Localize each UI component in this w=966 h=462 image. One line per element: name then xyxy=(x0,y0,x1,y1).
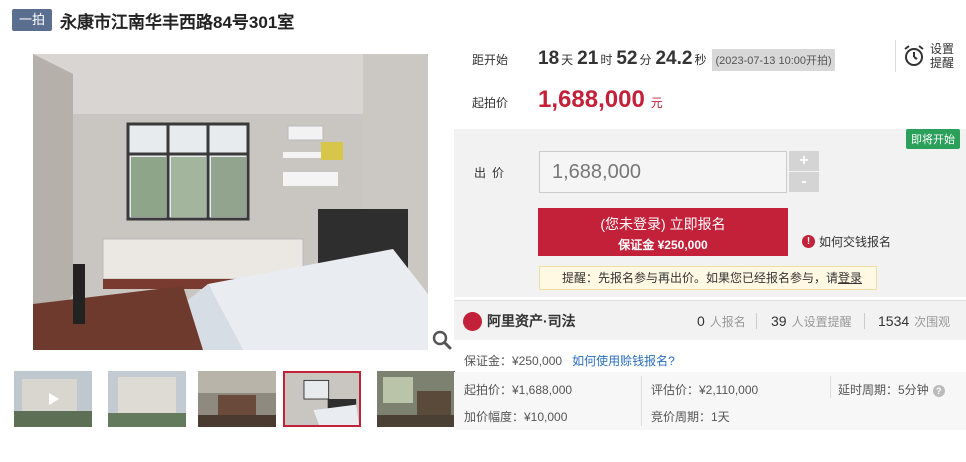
countdown-days: 18 xyxy=(538,48,560,69)
info-start-price: 起拍价：¥1,688,000 xyxy=(464,383,573,397)
main-property-photo[interactable] xyxy=(33,54,428,350)
set-reminder-button[interactable]: 设置 提醒 xyxy=(895,40,955,72)
login-link[interactable]: 登录 xyxy=(838,271,862,285)
reminder-label: 设置 提醒 xyxy=(930,42,954,70)
bid-panel: 即将开始 出价 1,688,000 + - (您未登录) 立即报名 保证金 ¥2… xyxy=(454,129,966,297)
view-count-value: 1534 xyxy=(878,313,910,329)
deposit-row: 保证金：¥250,000 如何使用赊钱报名? xyxy=(464,352,675,369)
signup-count-value: 0 xyxy=(697,313,705,329)
alarm-clock-icon xyxy=(904,45,924,66)
decrease-bid-button[interactable]: - xyxy=(789,172,819,192)
countdown-hours: 21 xyxy=(577,48,599,69)
info-delay: 延时周期：5分钟? xyxy=(838,381,945,398)
info-icon: ! xyxy=(802,235,815,248)
start-price-row: 起拍价 1,688,000 元 xyxy=(472,86,663,114)
reminder-line2: 提醒 xyxy=(930,56,955,70)
start-price-value: 1,688,000 xyxy=(538,86,645,113)
signup-count: 0 人报名 xyxy=(697,313,746,330)
thumbnail-3[interactable] xyxy=(198,371,276,427)
countdown-minutes: 52 xyxy=(616,48,638,69)
countdown-hours-unit: 时 xyxy=(600,53,613,67)
thumbnail-5[interactable] xyxy=(377,371,455,427)
deposit-text: 保证金：¥250,000 xyxy=(464,354,563,368)
status-badge: 即将开始 xyxy=(906,129,960,149)
credit-signup-link[interactable]: 如何使用赊钱报名? xyxy=(572,352,675,369)
signup-deposit-label: 保证金 ¥250,000 xyxy=(618,238,708,252)
increase-bid-button[interactable]: + xyxy=(789,151,819,171)
start-time: (2023-07-13 10:00开拍) xyxy=(712,49,835,71)
thumbnail-2[interactable] xyxy=(108,371,186,427)
info-divider xyxy=(830,376,831,398)
zoom-icon[interactable] xyxy=(432,330,452,350)
thumbnail-1[interactable] xyxy=(14,371,92,427)
page-title: 永康市江南华丰西路84号301室 xyxy=(60,12,295,32)
signup-button-label: (您未登录) 立即报名 xyxy=(600,216,726,232)
countdown-seconds-unit: 秒 xyxy=(694,53,707,67)
reminder-count-value: 39 xyxy=(771,313,787,329)
view-count: 1534 次围观 xyxy=(878,313,950,330)
bid-label: 出价 xyxy=(474,166,511,180)
help-icon[interactable]: ? xyxy=(932,385,945,397)
countdown-label: 距开始 xyxy=(472,53,509,67)
stats-bar: 阿里资产·司法 0 人报名 39 人设置提醒 1534 次围观 xyxy=(454,300,966,340)
notice-text: 提醒：先报名参与再出价。如果您已经报名参与，请 xyxy=(562,271,839,285)
stat-divider xyxy=(756,313,757,329)
auction-info-grid: 起拍价：¥1,688,000 评估价：¥2,110,000 延时周期：5分钟? … xyxy=(454,372,966,430)
start-price-unit: 元 xyxy=(650,96,663,110)
login-notice: 提醒：先报名参与再出价。如果您已经报名参与，请登录 xyxy=(539,266,877,290)
signup-button[interactable]: (您未登录) 立即报名 保证金 ¥250,000 xyxy=(538,208,788,256)
thumbnail-4-selected[interactable] xyxy=(283,371,361,427)
auction-round-tag: 一拍 xyxy=(12,9,53,31)
pay-help-link[interactable]: ! 如何交钱报名 xyxy=(802,233,891,250)
ali-logo-icon xyxy=(463,311,482,331)
reminder-line1: 设置 xyxy=(930,42,955,56)
countdown-seconds: 24.2 xyxy=(655,48,693,69)
thumbnail-strip xyxy=(14,371,455,427)
brand-name: 阿里资产·司法 xyxy=(487,313,576,329)
countdown: 距开始 18 天 21 时 52 分 24.2 秒 (2023-07-13 10… xyxy=(472,48,835,72)
brand-logo: 阿里资产·司法 xyxy=(463,311,576,331)
info-delay-text: 延时周期：5分钟 xyxy=(838,383,929,397)
view-count-label: 次围观 xyxy=(914,315,951,329)
signup-count-label: 人报名 xyxy=(709,315,746,329)
info-divider xyxy=(641,376,642,426)
stat-divider xyxy=(864,313,865,329)
reminder-count: 39 人设置提醒 xyxy=(771,313,852,330)
reminder-count-label: 人设置提醒 xyxy=(791,315,852,329)
countdown-days-unit: 天 xyxy=(561,53,574,67)
title-bar: 一拍 永康市江南华丰西路84号301室 xyxy=(12,9,295,32)
countdown-minutes-unit: 分 xyxy=(639,53,652,67)
bid-amount-input[interactable]: 1,688,000 xyxy=(539,151,787,193)
info-appraisal: 评估价：¥2,110,000 xyxy=(651,383,759,397)
pay-help-label: 如何交钱报名 xyxy=(819,235,892,249)
info-cycle: 竞价周期：1天 xyxy=(651,410,730,424)
info-increment: 加价幅度：¥10,000 xyxy=(464,410,568,424)
start-price-label: 起拍价 xyxy=(472,96,509,110)
